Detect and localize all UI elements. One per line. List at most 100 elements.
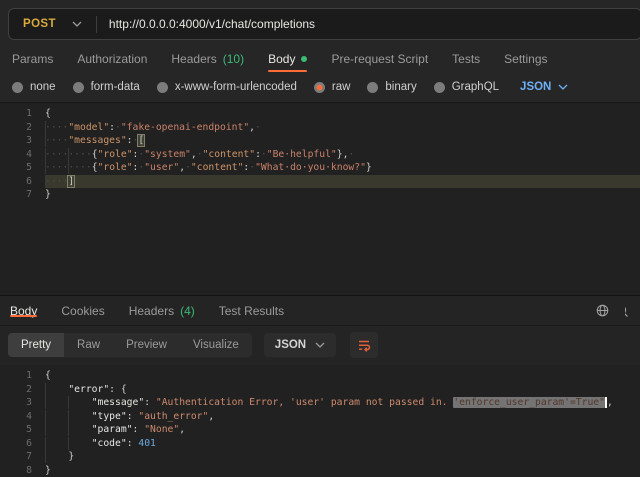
body-mode-x-www-form-urlencoded[interactable]: x-www-form-urlencoded <box>157 81 297 93</box>
code-token <box>45 397 68 408</box>
body-mode-none[interactable]: none <box>12 81 56 93</box>
app-window: POST http://0.0.0.0:4000/v1/chat/complet… <box>0 0 640 477</box>
code-line[interactable]: 5········{"role":·"user",·"content":·"Wh… <box>0 161 640 175</box>
response-tabbar-actions <box>589 299 630 323</box>
url-input[interactable]: http://0.0.0.0:4000/v1/chat/completions <box>97 17 327 31</box>
view-raw[interactable]: Raw <box>64 333 113 357</box>
code-content: ········{"role":·"user",·"content":·"Wha… <box>45 161 640 175</box>
chevron-down-icon <box>558 84 568 90</box>
radio-icon <box>157 82 168 93</box>
code-token: "Authentication Error, 'user' param not … <box>150 397 453 408</box>
radio-icon <box>73 82 84 93</box>
tab-label: Cookies <box>61 304 104 318</box>
code-content: { <box>45 107 640 121</box>
response-tab-cookies[interactable]: Cookies <box>61 304 104 318</box>
tab-label: Settings <box>504 52 547 66</box>
code-line[interactable]: 1{ <box>0 369 640 383</box>
code-token: "role" <box>98 149 133 160</box>
tab-tests[interactable]: Tests <box>452 45 480 73</box>
word-wrap-icon <box>356 337 372 353</box>
code-token: , <box>208 411 214 422</box>
code-token <box>68 438 91 449</box>
code-token: "type" <box>92 411 127 422</box>
code-line[interactable]: 7} <box>0 188 640 202</box>
line-number: 6 <box>0 175 45 189</box>
code-token: "content" <box>203 149 256 160</box>
response-body-viewer[interactable]: 1{2 "error": {3 "message": "Authenticati… <box>0 365 640 477</box>
code-line[interactable]: 4 "type": "auth_error", <box>0 410 640 424</box>
tab-body[interactable]: Body <box>268 45 307 73</box>
line-number: 3 <box>0 396 45 410</box>
code-line[interactable]: 3····"messages":·[ <box>0 134 640 148</box>
tab-label: Test Results <box>219 304 284 318</box>
code-line[interactable]: 2····"model":·"fake-openai-endpoint",· <box>0 121 640 135</box>
tab-pre-request-script[interactable]: Pre-request Script <box>331 45 428 73</box>
body-mode-raw[interactable]: raw <box>314 81 351 93</box>
code-token: , <box>179 424 185 435</box>
tab-label: Pre-request Script <box>331 52 428 66</box>
code-line[interactable]: 2 "error": { <box>0 383 640 397</box>
tab-settings[interactable]: Settings <box>504 45 547 73</box>
request-tabs: Params Authorization Headers(10) Body Pre-re… <box>0 45 640 73</box>
tab-params[interactable]: Params <box>12 45 53 73</box>
line-number: 4 <box>0 410 45 424</box>
tab-label: Tests <box>452 52 480 66</box>
request-body-editor[interactable]: 1{2····"model":·"fake-openai-endpoint",·… <box>0 103 640 295</box>
code-line[interactable]: 6 "code": 401 <box>0 437 640 451</box>
view-preview[interactable]: Preview <box>113 333 180 357</box>
view-pretty[interactable]: Pretty <box>8 333 64 357</box>
tab-label: Body <box>268 52 295 66</box>
code-content: ····"messages":·[ <box>45 134 640 148</box>
wrap-lines-button[interactable] <box>350 332 378 358</box>
response-tab-test-results[interactable]: Test Results <box>219 304 284 318</box>
code-token: 'enforce_user_param'=True" <box>453 397 605 408</box>
view-visualize[interactable]: Visualize <box>180 333 252 357</box>
code-line[interactable]: 4········{"role":·"system",·"content":·"… <box>0 148 640 162</box>
line-number: 6 <box>0 437 45 451</box>
code-token: } <box>45 465 51 476</box>
response-tab-headers[interactable]: Headers(4) <box>129 304 195 318</box>
method-dropdown[interactable]: POST <box>9 18 96 30</box>
code-token <box>68 411 91 422</box>
tab-label: Params <box>12 52 53 66</box>
tab-headers[interactable]: Headers(10) <box>171 45 244 73</box>
line-number: 7 <box>0 450 45 464</box>
code-token: } <box>68 451 74 462</box>
tab-label: Headers <box>171 52 216 66</box>
network-status-button[interactable] <box>589 299 615 323</box>
response-tab-body[interactable]: Body <box>10 304 37 318</box>
chevron-down-icon <box>72 21 82 27</box>
response-panel: Body Cookies Headers(4) Test Results Pretty… <box>0 295 640 477</box>
request-panel: POST http://0.0.0.0:4000/v1/chat/complet… <box>0 0 640 295</box>
line-number: 4 <box>0 148 45 162</box>
code-line[interactable]: 6····] <box>0 175 640 189</box>
code-token: "content" <box>191 162 244 173</box>
code-content: ····] <box>45 175 640 189</box>
body-language-dropdown[interactable]: JSON <box>520 81 568 93</box>
code-token: ···· <box>45 135 68 146</box>
body-mode-form-data[interactable]: form-data <box>73 81 140 93</box>
response-language-dropdown[interactable]: JSON <box>264 333 336 357</box>
body-mode-label: binary <box>385 81 416 93</box>
code-token <box>68 397 91 408</box>
tab-label: Body <box>10 304 37 318</box>
code-line[interactable]: 5 "param": "None", <box>0 423 640 437</box>
body-mode-binary[interactable]: binary <box>367 81 416 93</box>
code-content: } <box>45 464 640 477</box>
code-line[interactable]: 1{ <box>0 107 640 121</box>
code-token <box>45 384 68 395</box>
code-token: · <box>348 149 354 160</box>
code-token: "system" <box>144 149 191 160</box>
code-token <box>68 424 91 435</box>
code-token: ] <box>68 176 74 187</box>
code-line[interactable]: 8} <box>0 464 640 477</box>
code-token: : <box>127 438 139 449</box>
code-line[interactable]: 3 "message": "Authentication Error, 'use… <box>0 396 640 410</box>
code-token <box>45 411 68 422</box>
body-mode-label: none <box>30 81 56 93</box>
body-mode-graphql[interactable]: GraphQL <box>434 81 499 93</box>
tab-authorization[interactable]: Authorization <box>77 45 147 73</box>
code-line[interactable]: 7 } <box>0 450 640 464</box>
code-token: ···· <box>45 162 68 173</box>
code-content: "code": 401 <box>45 437 640 451</box>
